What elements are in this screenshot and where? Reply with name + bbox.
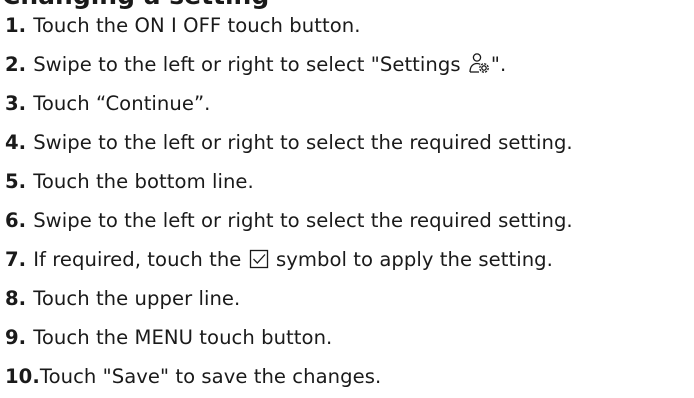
step-number: 4. (5, 131, 27, 154)
step-number: 3. (5, 92, 27, 115)
step-text: Touch the ON I OFF touch button. (33, 14, 361, 37)
step-number: 5. (5, 170, 27, 193)
step-9: 9. Touch the MENU touch button. (5, 319, 573, 358)
step-10: 10.Touch "Save" to save the changes. (5, 358, 573, 397)
step-8: 8. Touch the upper line. (5, 280, 573, 319)
step-number: 6. (5, 209, 27, 232)
step-6: 6. Swipe to the left or right to select t… (5, 202, 573, 241)
step-5: 5. Touch the bottom line. (5, 163, 573, 202)
checkbox-check-icon (249, 244, 269, 282)
settings-person-gear-icon (468, 49, 490, 87)
steps-list: 1. Touch the ON I OFF touch button. 2. Swi… (5, 7, 573, 397)
step-text: Touch the bottom line. (33, 170, 254, 193)
step-4: 4. Swipe to the left or right to select t… (5, 124, 573, 163)
step-text-before: Swipe to the left or right to select "Se… (33, 53, 467, 76)
step-text: Touch the upper line. (33, 287, 241, 310)
step-number: 7. (5, 248, 27, 271)
step-2: 2. Swipe to the left or right to select "… (5, 46, 573, 85)
step-text: Touch "Save" to save the changes. (39, 365, 382, 388)
step-7: 7. If required, touch the symbol to apply… (5, 241, 573, 280)
step-text-after: symbol to apply the setting. (269, 248, 553, 271)
step-text-before: If required, touch the (33, 248, 248, 271)
step-text: Swipe to the left or right to select the… (33, 131, 573, 154)
step-text: Touch the MENU touch button. (33, 326, 333, 349)
step-text: Touch “Continue”. (33, 92, 211, 115)
step-number: 9. (5, 326, 27, 349)
step-number: 2. (5, 53, 27, 76)
step-number: 8. (5, 287, 27, 310)
step-text: Swipe to the left or right to select the… (33, 209, 573, 232)
step-number: 10. (5, 365, 40, 388)
step-3: 3. Touch “Continue”. (5, 85, 573, 124)
step-text-after: ". (490, 53, 507, 76)
step-1: 1. Touch the ON I OFF touch button. (5, 7, 573, 46)
step-number: 1. (5, 14, 27, 37)
